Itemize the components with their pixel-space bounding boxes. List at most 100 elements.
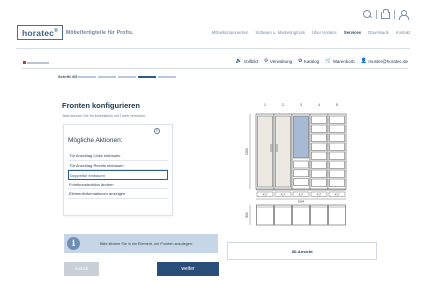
drawer [293, 160, 309, 169]
next-button[interactable]: weiter [157, 262, 219, 276]
lower-cabinet [328, 204, 346, 226]
shelf-compartment [311, 178, 327, 187]
user-icon: 👤 [360, 58, 367, 64]
height-dimension-label: 2200 [245, 148, 249, 155]
action-door-right[interactable]: Tür Anschlag Rechts einbauen [68, 161, 168, 171]
brand-mark [23, 60, 49, 65]
shelf-compartment [329, 142, 345, 151]
nav-item-software[interactable]: Software u. Marketingtools [255, 30, 305, 35]
shelf-compartment [329, 133, 345, 142]
action-change-front[interactable]: Frontkonstruktion ändern [68, 180, 168, 190]
action-element-info[interactable]: Elementinformationen anzeigen [68, 189, 168, 199]
divider [394, 10, 395, 19]
action-door-left[interactable]: Tür Anschlag Links einbauen [68, 151, 168, 161]
step-segment [118, 76, 136, 78]
toolbar-account[interactable]: 👤 muster@horatec.de [361, 58, 408, 64]
shelf-compartment [311, 133, 327, 142]
divider [376, 10, 377, 19]
config-toolbar: 🔊 Vollbild ⚙ Verwaltung ✿ Katalog 🛒 Warenkor… [236, 58, 408, 64]
logo[interactable]: horatec® [17, 25, 63, 40]
header-icons [363, 9, 409, 20]
column-number: 3 [300, 103, 302, 107]
shelf-compartment [329, 169, 345, 178]
shelf-compartment [311, 160, 327, 169]
drawer [293, 169, 309, 178]
toolbar-label: Katalog [303, 58, 320, 64]
nav-item-kontakt[interactable]: Kontakt [396, 30, 410, 35]
shelf-compartment [329, 160, 345, 169]
column-number: 1 [264, 103, 266, 107]
toolbar-label: Vollbild [243, 58, 258, 64]
width-dimension-label: 417 [335, 193, 340, 197]
toolbar-fullscreen[interactable]: 🔊 Vollbild [236, 58, 258, 64]
shelf-compartment [329, 178, 345, 187]
step-progress [78, 76, 176, 78]
width-dimension-label: 417 [281, 193, 286, 197]
lower-cabinet [274, 204, 292, 226]
main-nav: Möbelkomponenten Software u. Marketingto… [212, 30, 410, 35]
shelf-compartment [311, 142, 327, 151]
logo-registered-mark: ® [54, 28, 58, 34]
tagline: Möbelfertigteile für Profis. [66, 30, 134, 36]
shelf-compartment [329, 115, 345, 124]
column-number: 4 [318, 103, 320, 107]
door-panel [275, 115, 291, 188]
door-panel [257, 115, 273, 188]
toolbar-label: Warenkorb [332, 58, 355, 64]
step-label: Schritt 4/5 [58, 74, 78, 79]
step-segment [158, 76, 176, 78]
close-icon[interactable]: × [154, 128, 160, 134]
brand-mark-bar [27, 61, 49, 64]
drawer [293, 178, 309, 186]
3d-view-button[interactable]: 3D-Ansicht [227, 242, 377, 260]
page-title: Fronten konfigurieren [62, 101, 140, 110]
catalog-icon: ✿ [298, 58, 303, 64]
cabinet-drawing[interactable]: 1 2 3 4 5 2200 417 417 417 417 417 2084 800 [222, 98, 382, 228]
search-icon[interactable] [363, 10, 372, 19]
bag-icon[interactable] [381, 9, 390, 19]
info-icon: i [67, 237, 80, 250]
user-icon[interactable] [399, 10, 409, 20]
header-divider [16, 48, 410, 49]
step-segment [78, 76, 96, 78]
lower-cabinet [310, 204, 328, 226]
shelf-compartment [329, 151, 345, 160]
page-subtitle: Jetzt können Sie Ihr Möbelstück mit Türe… [62, 114, 146, 118]
speaker-icon: 🔊 [235, 58, 243, 64]
step-segment [138, 76, 156, 78]
brand-mark-square [23, 61, 26, 64]
shelf-compartment [311, 151, 327, 160]
actions-panel: × Mögliche Aktionen: Tür Anschlag Links … [63, 124, 173, 216]
shelf-compartment [311, 115, 327, 124]
width-dimension-label: 417 [317, 193, 322, 197]
selected-element [293, 115, 309, 159]
action-double-door[interactable]: Doppeltür einbauen [68, 170, 168, 180]
nav-item-moebelkomponenten[interactable]: Möbelkomponenten [212, 30, 249, 35]
shelf-compartment [329, 124, 345, 133]
step-segment [98, 76, 116, 78]
actions-list: Tür Anschlag Links einbauen Tür Anschlag… [68, 151, 168, 199]
nav-item-downloads[interactable]: Downloads [368, 30, 389, 35]
nav-item-services[interactable]: Services [344, 30, 361, 35]
actions-title: Mögliche Aktionen: [68, 137, 123, 144]
toolbar-cart[interactable]: 🛒 Warenkorb [325, 58, 355, 64]
toolbar-label: muster@horatec.de [368, 58, 408, 64]
shelf-compartment [311, 124, 327, 133]
width-dimension-label: 417 [299, 193, 304, 197]
info-bar: i Bitte klicken Sie in ein Element, um F… [64, 234, 218, 253]
shelf-compartment [311, 169, 327, 178]
info-text: Bitte klicken Sie in ein Element, um Fro… [100, 241, 194, 246]
column-number: 5 [336, 103, 338, 107]
toolbar-divider [22, 68, 408, 69]
width-dimension-label: 417 [263, 193, 268, 197]
lower-height-dimension-label: 800 [245, 212, 249, 218]
toolbar-label: Verwaltung [269, 58, 293, 64]
lower-cabinet [256, 204, 274, 226]
gear-icon: ⚙ [263, 58, 269, 64]
lower-cabinet [292, 204, 310, 226]
back-button[interactable]: zurück [64, 262, 99, 276]
cart-icon: 🛒 [325, 58, 332, 64]
nav-item-ueber-horatec[interactable]: Über Horatec [312, 30, 337, 35]
toolbar-catalog[interactable]: ✿ Katalog [298, 58, 319, 64]
toolbar-management[interactable]: ⚙ Verwaltung [264, 58, 292, 64]
